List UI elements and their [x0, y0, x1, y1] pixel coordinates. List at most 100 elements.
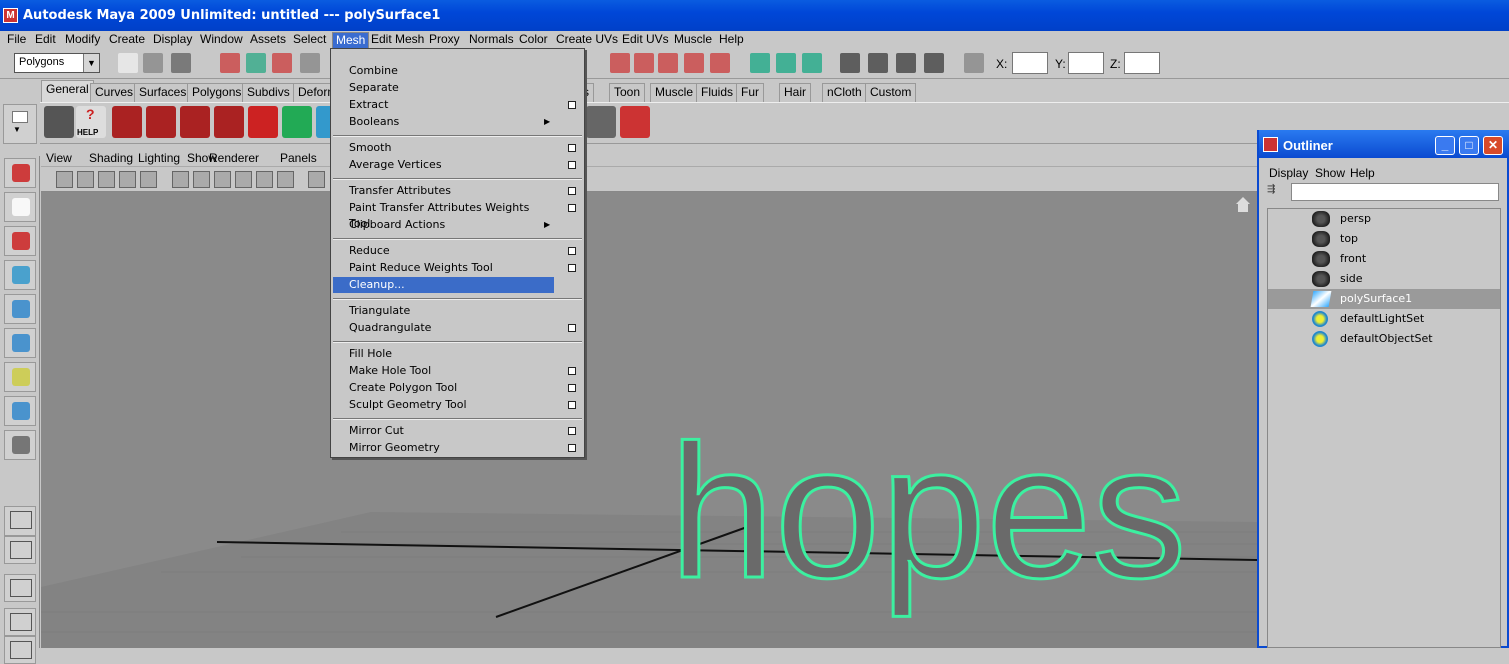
menu-item-fill-hole[interactable]: Fill Hole	[333, 346, 554, 362]
status-tool-icon[interactable]	[924, 53, 944, 73]
shelf-tab-subdivs[interactable]: Subdivs	[242, 83, 295, 102]
status-tool-icon[interactable]	[300, 53, 320, 73]
option-box-icon[interactable]	[568, 247, 576, 255]
viewport-tool-icon[interactable]	[235, 171, 252, 188]
viewport-tool-icon[interactable]	[77, 171, 94, 188]
shelf-tab-hair[interactable]: Hair	[779, 83, 812, 102]
status-tool-icon[interactable]	[143, 53, 163, 73]
menu-mesh[interactable]: Mesh	[332, 32, 370, 49]
lasso-tool-icon[interactable]	[4, 192, 36, 222]
menu-item-make-hole-tool[interactable]: Make Hole Tool	[333, 363, 554, 379]
menu-edit-uvs[interactable]: Edit UVs	[619, 32, 672, 49]
menu-color[interactable]: Color	[516, 32, 551, 49]
shelf-tab-general[interactable]: General	[41, 80, 94, 102]
option-box-icon[interactable]	[568, 187, 576, 195]
status-tool-icon[interactable]	[896, 53, 916, 73]
status-tool-icon[interactable]	[776, 53, 796, 73]
x-input[interactable]	[1012, 52, 1048, 74]
shelf-tab-fur[interactable]: Fur	[736, 83, 764, 102]
shelf-tool-icon[interactable]	[146, 106, 176, 138]
viewport-tool-icon[interactable]	[140, 171, 157, 188]
menu-item-clipboard-actions[interactable]: Clipboard Actions	[333, 217, 554, 233]
status-tool-icon[interactable]	[246, 53, 266, 73]
status-tool-icon[interactable]	[171, 53, 191, 73]
status-tool-icon[interactable]	[634, 53, 654, 73]
shelf-tab-ncloth[interactable]: nCloth	[822, 83, 867, 102]
menu-window[interactable]: Window	[197, 32, 246, 49]
menu-item-triangulate[interactable]: Triangulate	[333, 303, 554, 319]
menu-item-cleanup[interactable]: Cleanup...	[333, 277, 554, 293]
status-tool-icon[interactable]	[220, 53, 240, 73]
menu-item-sculpt-geometry-tool[interactable]: Sculpt Geometry Tool	[333, 397, 554, 413]
menu-item-separate[interactable]: Separate	[333, 80, 554, 96]
status-tool-icon[interactable]	[750, 53, 770, 73]
menu-edit-mesh[interactable]: Edit Mesh	[368, 32, 427, 49]
layout-preset-icon[interactable]	[4, 608, 36, 636]
menu-item-average-vertices[interactable]: Average Vertices	[333, 157, 554, 173]
layout-preset-icon[interactable]	[4, 536, 36, 564]
viewport-menu-renderer[interactable]: Renderer	[209, 151, 259, 165]
option-box-icon[interactable]	[568, 264, 576, 272]
viewport-menu-shading[interactable]: Shading	[89, 151, 133, 165]
shelf-tab-toon[interactable]: Toon	[609, 83, 646, 102]
paint-select-tool-icon[interactable]	[4, 226, 36, 256]
menu-item-mirror-cut[interactable]: Mirror Cut	[333, 423, 554, 439]
viewport-tool-icon[interactable]	[214, 171, 231, 188]
option-box-icon[interactable]	[568, 144, 576, 152]
menu-set-dropdown[interactable]: Polygons ▼	[14, 53, 100, 73]
outliner-item-defaultlightset[interactable]: defaultLightSet	[1268, 309, 1500, 329]
menu-proxy[interactable]: Proxy	[426, 32, 463, 49]
menu-create[interactable]: Create	[106, 32, 148, 49]
menu-item-reduce[interactable]: Reduce	[333, 243, 554, 259]
menu-display[interactable]: Display	[150, 32, 195, 49]
menu-item-mirror-geometry[interactable]: Mirror Geometry	[333, 440, 554, 456]
menu-item-extract[interactable]: Extract	[333, 97, 554, 113]
outliner-item-side[interactable]: side	[1268, 269, 1500, 289]
status-tool-icon[interactable]	[710, 53, 730, 73]
menu-edit[interactable]: Edit	[32, 32, 59, 49]
status-tool-icon[interactable]	[840, 53, 860, 73]
option-box-icon[interactable]	[568, 161, 576, 169]
menu-modify[interactable]: Modify	[62, 32, 103, 49]
menu-item-create-polygon-tool[interactable]: Create Polygon Tool	[333, 380, 554, 396]
outliner-titlebar[interactable]: Outliner _ □ ✕	[1259, 130, 1509, 158]
scale-tool-icon[interactable]	[4, 328, 36, 358]
layout-preset-icon[interactable]	[4, 574, 36, 602]
shelf-tool-icon[interactable]	[44, 106, 74, 138]
option-box-icon[interactable]	[568, 367, 576, 375]
status-tool-icon[interactable]	[964, 53, 984, 73]
menu-item-smooth[interactable]: Smooth	[333, 140, 554, 156]
shelf-tab-muscle[interactable]: Muscle	[650, 83, 699, 102]
outliner-menu-help[interactable]: Help	[1350, 166, 1375, 180]
outliner-menu-show[interactable]: Show	[1315, 166, 1345, 180]
menu-file[interactable]: File	[4, 32, 29, 49]
outliner-filter-input[interactable]	[1291, 183, 1499, 201]
viewport-tool-icon[interactable]	[172, 171, 189, 188]
status-tool-icon[interactable]	[272, 53, 292, 73]
status-tool-icon[interactable]	[118, 53, 138, 73]
status-tool-icon[interactable]	[684, 53, 704, 73]
hopes-text-mesh[interactable]: hopes	[668, 405, 1189, 620]
option-box-icon[interactable]	[568, 384, 576, 392]
rotate-tool-icon[interactable]	[4, 294, 36, 324]
menu-item-booleans[interactable]: Booleans	[333, 114, 554, 130]
z-input[interactable]	[1124, 52, 1160, 74]
viewport-tool-icon[interactable]	[56, 171, 73, 188]
outliner-item-polysurface1[interactable]: polySurface1	[1268, 289, 1500, 309]
show-manipulator-icon[interactable]	[4, 430, 36, 460]
viewport-tool-icon[interactable]	[256, 171, 273, 188]
close-button[interactable]: ✕	[1483, 136, 1503, 155]
shelf-tool-icon[interactable]	[586, 106, 616, 138]
home-icon[interactable]	[1236, 197, 1250, 212]
shelf-tab-custom[interactable]: Custom	[865, 83, 917, 102]
layout-preset-icon[interactable]	[4, 636, 36, 664]
outliner-menu-display[interactable]: Display	[1269, 166, 1308, 180]
status-tool-icon[interactable]	[658, 53, 678, 73]
shelf-tab-surfaces[interactable]: Surfaces	[134, 83, 192, 102]
menu-create-uvs[interactable]: Create UVs	[553, 32, 621, 49]
menu-help[interactable]: Help	[716, 32, 747, 49]
option-box-icon[interactable]	[568, 204, 576, 212]
maximize-button[interactable]: □	[1459, 136, 1479, 155]
soft-mod-icon[interactable]	[4, 396, 36, 426]
menu-select[interactable]: Select	[290, 32, 329, 49]
